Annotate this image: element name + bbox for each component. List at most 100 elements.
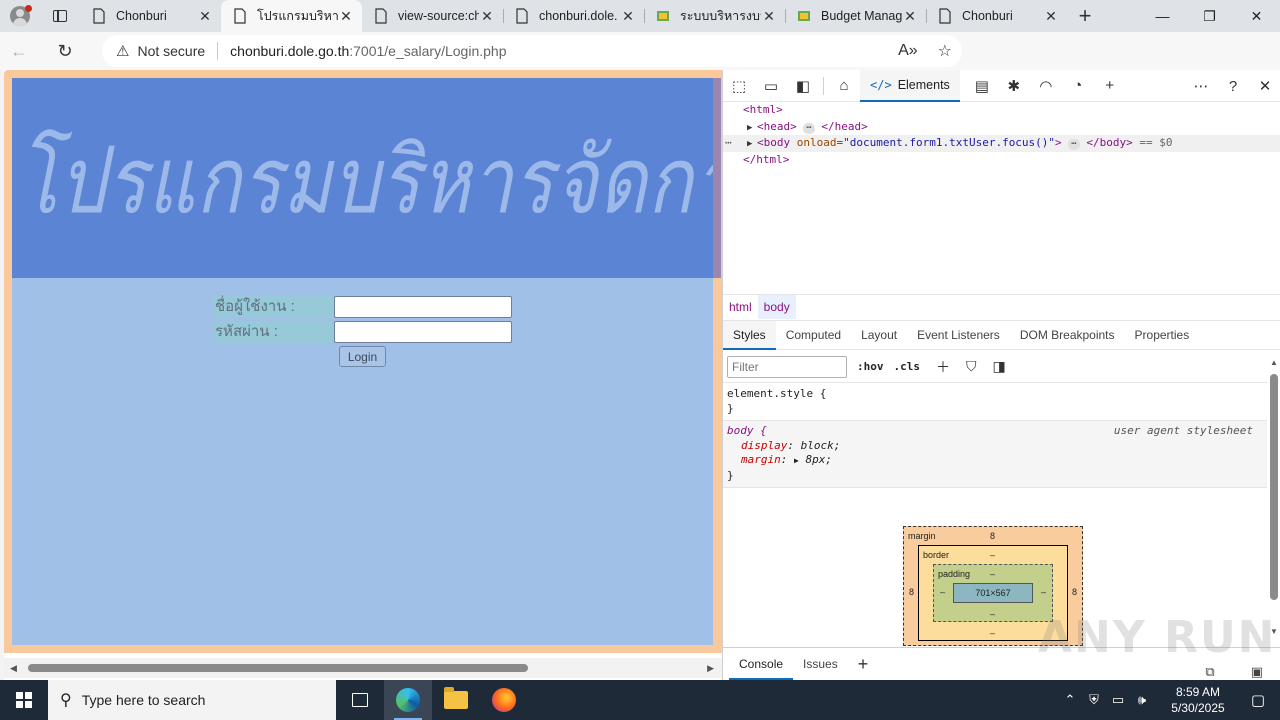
tab-chonburi-1[interactable]: Chonburi ✕ [80,0,221,32]
scroll-thumb[interactable] [28,664,528,672]
favorite-star-icon[interactable]: ☆ [938,41,952,61]
security-label[interactable]: Not secure [137,43,205,59]
minimize-icon[interactable]: — [1139,0,1186,32]
tab-styles[interactable]: Styles [723,320,776,350]
restore-icon[interactable]: ❐ [1186,0,1233,32]
breadcrumb-html[interactable]: html [723,295,758,319]
close-tab-icon[interactable]: ✕ [1043,8,1059,25]
tab-dom-breakpoints[interactable]: DOM Breakpoints [1010,321,1125,350]
paint-brush-icon[interactable]: ⛉ [966,358,977,375]
show-hidden-icons-icon[interactable]: ⌃ [1058,692,1082,708]
box-content[interactable]: 701×567 [953,583,1033,603]
dock-side-icon[interactable]: ◧ [787,70,819,102]
close-tab-icon[interactable]: ✕ [479,8,495,25]
styles-scrollbar[interactable]: ▲ ▼ [1267,354,1280,638]
tab-chonburi-2[interactable]: Chonburi ✕ [926,0,1067,32]
close-window-icon[interactable]: ✕ [1233,0,1280,32]
scroll-right-icon[interactable]: ▶ [707,663,714,674]
file-explorer-button[interactable] [432,680,480,720]
login-button[interactable]: Login [339,346,386,367]
more-tools-plus-icon[interactable]: + [1094,70,1126,102]
username-input[interactable] [334,296,512,318]
padding-bottom-value: – [990,609,996,619]
class-toggle[interactable]: .cls [894,360,921,373]
tab-e-salary[interactable]: โปรแกรมบริหาร ✕ [221,0,362,32]
back-icon[interactable]: ← [0,35,38,67]
tab-properties[interactable]: Properties [1125,321,1200,350]
add-drawer-tab-icon[interactable]: + [848,648,879,680]
address-bar[interactable]: ⚠ Not secure chonburi.dole.go.th:7001/e_… [102,35,962,67]
dom-node-html-close[interactable]: </html> [723,152,1280,169]
hover-state-toggle[interactable]: :hov [857,360,884,373]
rule-close-brace: } [727,401,734,415]
horizontal-scrollbar[interactable]: ◀ ▶ [4,658,722,678]
styles-filter-input[interactable]: Filter [727,355,847,378]
breadcrumb-body[interactable]: body [757,294,796,319]
help-icon[interactable]: ? [1217,70,1249,102]
scroll-up-icon[interactable]: ▲ [1270,358,1278,367]
close-tab-icon[interactable]: ✕ [761,8,777,25]
expand-triangle-icon[interactable]: ▶ [747,120,757,137]
read-aloud-icon[interactable]: A» [898,42,918,60]
ellipsis-badge[interactable]: ⋯ [1068,139,1080,150]
rule-element-style[interactable]: element.style { } [723,384,1267,421]
tab-layout[interactable]: Layout [851,321,907,350]
tab-view-source[interactable]: view-source:ch ✕ [362,0,503,32]
warning-icon[interactable]: ⚠ [116,42,129,60]
notification-dot [25,5,32,12]
tab-actions-button[interactable] [40,0,80,32]
device-emulation-icon[interactable]: ▭ [755,70,787,102]
firefox-button[interactable] [480,680,528,720]
close-tab-icon[interactable]: ✕ [197,8,213,25]
dom-node-html[interactable]: <html> [723,102,1280,119]
expand-triangle-icon[interactable]: ▶ [794,456,799,465]
dom-node-head[interactable]: ▶ <head> ⋯ </head> [723,119,1280,136]
ellipsis-badge[interactable]: ⋯ [803,122,815,134]
performance-gauge-icon[interactable]: ◔ [1062,70,1094,102]
tab-computed[interactable]: Computed [776,321,851,350]
prop-margin: margin [741,453,781,466]
notifications-icon[interactable]: ▢ [1236,691,1280,709]
close-devtools-icon[interactable]: ✕ [1249,70,1280,102]
start-button[interactable] [0,680,48,720]
close-tab-icon[interactable]: ✕ [338,8,354,25]
edge-taskbar-button[interactable] [384,680,432,720]
console-icon[interactable]: ▤ [966,70,998,102]
refresh-icon[interactable]: ↻ [46,35,84,67]
clock[interactable]: 8:59 AM 5/30/2025 [1160,684,1236,716]
scroll-left-icon[interactable]: ◀ [10,663,17,674]
network-icon[interactable]: ▭ [1106,692,1130,708]
tab-budget-thai[interactable]: ระบบบริหารงบป ✕ [644,0,785,32]
node-actions-icon[interactable]: ⋯ [725,135,732,152]
new-rule-plus-icon[interactable]: ＋ [936,357,950,377]
tab-event-listeners[interactable]: Event Listeners [907,321,1010,350]
tab-title: Chonburi [962,9,1013,23]
toggle-sidebar-icon[interactable]: ◨ [993,358,1006,375]
taskbar-search[interactable]: ⚲ Type here to search [48,680,336,720]
dom-node-body[interactable]: ⋯ ▶ <body onload="document.form1.txtUser.f… [723,135,1280,152]
box-padding[interactable]: padding – – – – 701×567 [933,564,1053,622]
devtools-more-icon[interactable]: ⋯ [1185,70,1217,102]
tab-issues[interactable]: Issues [793,648,848,680]
profile-button[interactable] [0,0,40,32]
login-area: ชื่อผู้ใช้งาน : รหัสผ่าน : Login [12,278,713,645]
tab-elements[interactable]: </> Elements [860,69,960,102]
rule-body-ua[interactable]: body { user agent stylesheet display: bl… [723,421,1267,488]
network-wifi-icon[interactable]: ◠ [1030,70,1062,102]
windows-logo-icon [16,692,32,708]
scroll-thumb[interactable] [1270,374,1278,600]
volume-icon[interactable]: 🕪 [1130,692,1154,708]
new-tab-button[interactable]: + [1067,0,1103,32]
expand-triangle-icon[interactable]: ▶ [747,136,757,153]
tab-console[interactable]: Console [729,648,794,680]
close-tab-icon[interactable]: ✕ [620,8,636,25]
security-tray-icon[interactable]: ⛨ [1082,692,1106,708]
welcome-home-icon[interactable]: ⌂ [828,70,860,102]
close-tab-icon[interactable]: ✕ [902,8,918,25]
tab-chonburi-dole[interactable]: chonburi.dole. ✕ [503,0,644,32]
tab-budget-manag[interactable]: Budget Manag ✕ [785,0,926,32]
task-view-button[interactable] [336,680,384,720]
password-input[interactable] [334,321,512,343]
sources-bug-icon[interactable]: ✱ [998,70,1030,102]
inspect-element-icon[interactable]: ⬚ [723,70,755,102]
